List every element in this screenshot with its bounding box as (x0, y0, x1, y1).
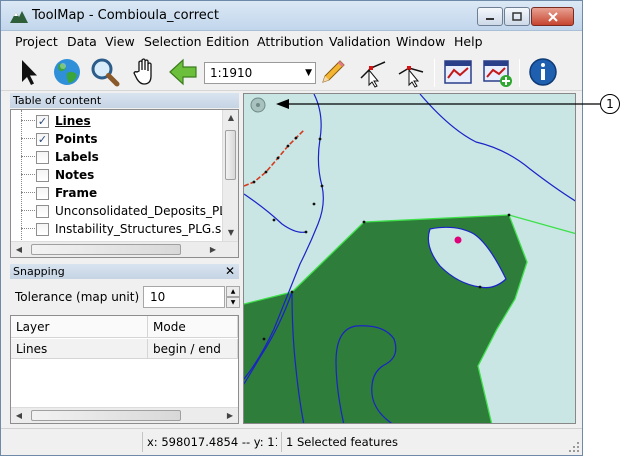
callout-arrow (276, 99, 600, 109)
callout-number: 1 (600, 94, 620, 114)
